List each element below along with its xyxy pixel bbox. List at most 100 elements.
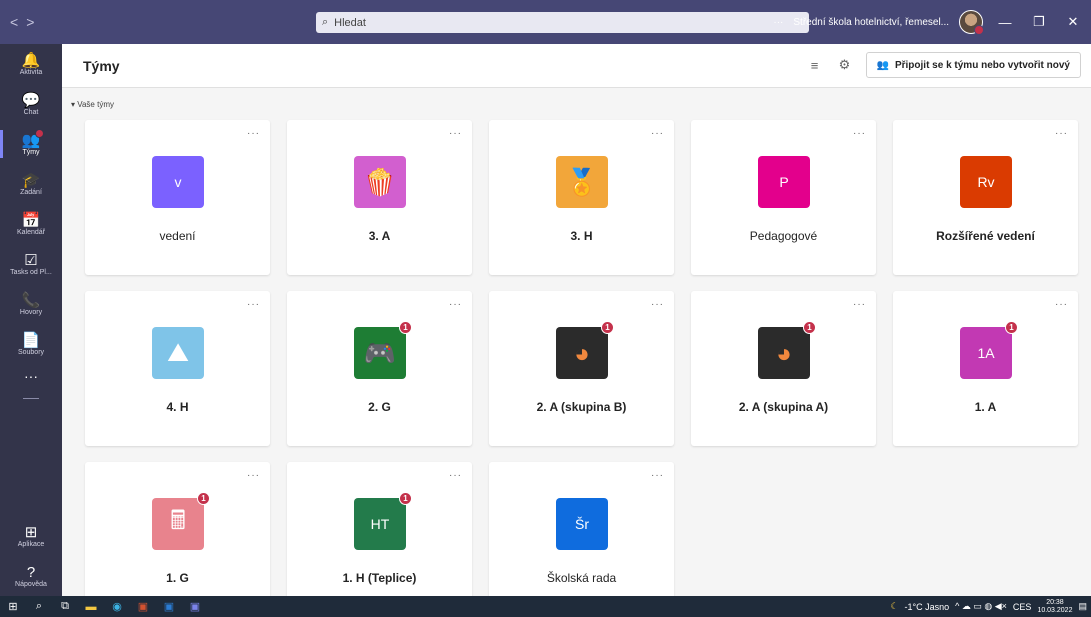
clock-date: 10.03.2022	[1037, 606, 1073, 614]
search-placeholder: Hledat	[334, 16, 366, 29]
rail-badge	[35, 129, 44, 138]
team-name: 1. G	[166, 571, 189, 585]
team-card[interactable]: ··· HT 1 1. H (Teplice)	[287, 462, 472, 617]
team-card[interactable]: ··· 🎮 1 2. G	[287, 291, 472, 446]
rail-bottom-item-1[interactable]: ? Nápověda	[0, 556, 62, 596]
task-view-icon[interactable]: ⧉	[52, 596, 78, 617]
tray-icons[interactable]: ^ ☁ ▭ ◍ ◀×	[955, 601, 1007, 612]
color-wheel-icon: ◕	[574, 337, 590, 368]
team-name: 3. A	[368, 229, 391, 243]
team-card[interactable]: ··· 🏅 3. H	[489, 120, 674, 275]
team-card[interactable]: ··· ◕ 1 2. A (skupina B)	[489, 291, 674, 446]
forward-arrow-icon[interactable]: >	[26, 14, 34, 30]
calculator-icon: 🖩	[170, 505, 186, 535]
app-bar: 🔔 Aktivita 💬 Chat 👥 Týmy 🎓 Zadání 📅 Kalendář ☑ Task…	[0, 44, 62, 596]
rail-item-5[interactable]: ☑ Tasks od Pl...	[0, 244, 62, 284]
more-apps-icon[interactable]: ···	[0, 368, 62, 384]
team-card[interactable]: ··· ◕ 1 2. A (skupina A)	[691, 291, 876, 446]
avatar[interactable]	[959, 10, 984, 35]
more-options-icon[interactable]: ···	[449, 299, 462, 310]
more-options-icon[interactable]: ···	[853, 128, 866, 139]
more-options-icon[interactable]: ···	[651, 299, 664, 310]
back-arrow-icon[interactable]: <	[10, 14, 18, 30]
weather-icon: ☾	[890, 601, 899, 611]
rail-item-4[interactable]: 📅 Kalendář	[0, 204, 62, 244]
team-avatar: 1A 1	[960, 321, 1018, 379]
section-your-teams[interactable]: ▾ Vaše týmy	[71, 100, 114, 109]
restore-button[interactable]: ❐	[1027, 14, 1051, 30]
team-avatar: P	[758, 156, 810, 208]
team-name: vedení	[159, 229, 196, 243]
filter-icon[interactable]: ≡	[806, 58, 824, 73]
phone-icon: 📞	[21, 291, 41, 309]
team-card[interactable]: ··· P Pedagogové	[691, 120, 876, 275]
team-avatar: Rv	[960, 156, 1012, 208]
team-card[interactable]: ··· Šr Školská rada	[489, 462, 674, 617]
medal-icon: 🏅	[565, 166, 599, 197]
rail-item-0[interactable]: 🔔 Aktivita	[0, 44, 62, 84]
rail-item-6[interactable]: 📞 Hovory	[0, 284, 62, 324]
more-options-icon[interactable]: ···	[651, 128, 664, 139]
more-options-icon[interactable]: ···	[773, 17, 783, 28]
mountain-icon: ⛰	[167, 337, 189, 367]
org-name[interactable]: Střední škola hotelnictví, řemesel...	[793, 17, 949, 28]
team-name: 2. G	[368, 400, 391, 414]
more-options-icon[interactable]: ···	[449, 128, 462, 139]
more-options-icon[interactable]: ···	[651, 470, 664, 481]
rail-item-label: Soubory	[17, 348, 45, 356]
team-avatar: v	[152, 156, 204, 208]
team-card[interactable]: ··· 🍿 3. A	[287, 120, 472, 275]
close-button[interactable]: ✕	[1061, 14, 1085, 30]
more-options-icon[interactable]: ···	[449, 470, 462, 481]
join-or-create-team-button[interactable]: 👥 Připojit se k týmu nebo vytvořit nový	[865, 52, 1081, 78]
more-options-icon[interactable]: ···	[853, 299, 866, 310]
team-initials: Rv	[977, 174, 995, 190]
edge-icon[interactable]: ◉	[104, 596, 130, 617]
teams-taskbar-icon[interactable]: ▣	[182, 596, 208, 617]
more-options-icon[interactable]: ···	[247, 128, 260, 139]
team-initials: 1A	[977, 345, 995, 361]
windows-start-icon[interactable]: ⊞	[0, 596, 26, 617]
team-name: 2. A (skupina A)	[738, 400, 829, 414]
team-avatar: 🍿	[354, 156, 406, 208]
notifications-icon[interactable]: ▤	[1078, 601, 1087, 612]
gear-icon[interactable]: ⚙	[836, 57, 854, 73]
team-card[interactable]: ··· Rv Rozšířené vedení	[893, 120, 1078, 275]
bell-icon: 🔔	[21, 51, 41, 69]
team-card[interactable]: ··· 1A 1 1. A	[893, 291, 1078, 446]
weather-text[interactable]: -1°C Jasno	[905, 602, 950, 612]
more-options-icon[interactable]: ···	[247, 470, 260, 481]
taskbar-search-icon[interactable]: ⌕	[26, 596, 52, 617]
rail-item-7[interactable]: 📄 Soubory	[0, 324, 62, 364]
notification-badge: 1	[399, 321, 412, 334]
file-explorer-icon[interactable]: ▬	[78, 596, 104, 617]
team-initials: v	[174, 174, 182, 190]
rail-item-2[interactable]: 👥 Týmy	[0, 124, 62, 164]
language-indicator[interactable]: CES	[1013, 602, 1032, 612]
team-card[interactable]: ··· ⛰ 4. H	[85, 291, 270, 446]
rail-item-label: Zadání	[20, 188, 42, 196]
title-bar: < > ⌕ Hledat ··· Střední škola hotelnict…	[0, 0, 1091, 44]
team-card[interactable]: ··· v vedení	[85, 120, 270, 275]
rail-item-label: Aplikace	[17, 540, 45, 548]
join-button-label: Připojit se k týmu nebo vytvořit nový	[894, 59, 1070, 71]
powerpoint-icon[interactable]: ▣	[130, 596, 156, 617]
chat-icon: 💬	[21, 91, 41, 109]
rail-bottom-item-0[interactable]: ⊞ Aplikace	[0, 516, 62, 556]
rail-item-label: Kalendář	[16, 228, 46, 236]
team-avatar: Šr	[556, 498, 608, 550]
team-initials: HT	[370, 516, 390, 532]
more-options-icon[interactable]: ···	[1055, 299, 1068, 310]
team-card[interactable]: ··· 🖩 1 1. G	[85, 462, 270, 617]
team-avatar: 🎮 1	[354, 321, 412, 379]
search-input[interactable]: ⌕ Hledat	[316, 12, 809, 33]
minimize-button[interactable]: —	[993, 15, 1017, 30]
rail-item-3[interactable]: 🎓 Zadání	[0, 164, 62, 204]
rail-item-1[interactable]: 💬 Chat	[0, 84, 62, 124]
more-options-icon[interactable]: ···	[1055, 128, 1068, 139]
word-icon[interactable]: ▣	[156, 596, 182, 617]
team-avatar: 🏅	[556, 156, 608, 208]
clock[interactable]: 20:38 10.03.2022	[1037, 599, 1072, 615]
more-options-icon[interactable]: ···	[247, 299, 260, 310]
team-name: 4. H	[166, 400, 189, 414]
